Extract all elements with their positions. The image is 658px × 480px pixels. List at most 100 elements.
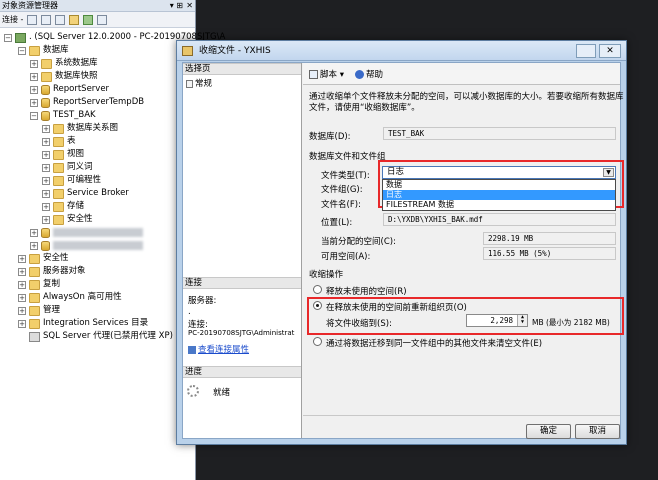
- chevron-down-icon[interactable]: ▼: [603, 168, 614, 177]
- stop-icon[interactable]: [55, 14, 66, 25]
- help-button[interactable]: 帮助: [355, 68, 383, 80]
- connect-button[interactable]: 连接 -: [2, 14, 23, 25]
- expand-icon[interactable]: +: [30, 98, 38, 107]
- tree-node[interactable]: +: [30, 239, 143, 252]
- database-icon: [41, 84, 50, 95]
- shrink-to-unit: MB (最小为 2182 MB): [532, 318, 610, 327]
- tree-node[interactable]: + 数据库关系图: [42, 122, 118, 135]
- expand-icon[interactable]: +: [42, 202, 50, 211]
- empty-file-radio[interactable]: [313, 337, 322, 346]
- progress-header: 进度: [183, 366, 301, 378]
- close-button[interactable]: ✕: [599, 44, 621, 58]
- shrink-action-section-label: 收缩操作: [309, 270, 344, 280]
- file-type-select[interactable]: 日志 ▼: [382, 166, 616, 179]
- shrink-to-value: 2,298: [490, 316, 513, 325]
- expand-icon[interactable]: +: [18, 254, 26, 263]
- expand-icon[interactable]: +: [18, 293, 26, 302]
- reorganize-pages-radio[interactable]: [313, 301, 322, 310]
- expand-icon[interactable]: +: [42, 137, 50, 146]
- object-explorer-title: 对象资源管理器: [2, 1, 58, 10]
- tree-node[interactable]: + 服务器对象: [18, 265, 86, 278]
- file-type-option-log[interactable]: 日志: [383, 190, 615, 200]
- connect-icon[interactable]: [27, 14, 38, 25]
- tree-node-label: 表: [67, 136, 76, 146]
- tree-node[interactable]: + 同义词: [42, 161, 93, 174]
- release-unused-space-radio[interactable]: [313, 285, 322, 294]
- expand-icon[interactable]: +: [30, 59, 38, 68]
- expand-icon[interactable]: +: [42, 189, 50, 198]
- filter-icon[interactable]: [69, 14, 80, 25]
- object-explorer-toolbar: 连接 -: [0, 12, 195, 28]
- expand-icon[interactable]: +: [42, 163, 50, 172]
- tree-node[interactable]: + ReportServer: [30, 83, 109, 96]
- tree-node[interactable]: + 数据库快照: [30, 70, 98, 83]
- expand-icon[interactable]: +: [42, 215, 50, 224]
- tree-node[interactable]: + 安全性: [42, 213, 93, 226]
- tree-node[interactable]: + 复制: [18, 278, 60, 291]
- expand-icon[interactable]: +: [30, 72, 38, 81]
- tree-node[interactable]: + 管理: [18, 304, 60, 317]
- expand-icon[interactable]: +: [18, 280, 26, 289]
- script-button[interactable]: 脚本 ▾: [309, 68, 344, 80]
- activity-monitor-icon[interactable]: [97, 14, 108, 25]
- shrink-to-spinner[interactable]: 2,298 ▲ ▼: [466, 314, 528, 327]
- tree-node-label: 可编程性: [67, 175, 102, 185]
- tree-node[interactable]: + 存储: [42, 200, 84, 213]
- filename-label: 文件名(F):: [321, 200, 361, 210]
- database-field: TEST_BAK: [383, 127, 616, 140]
- collapse-icon[interactable]: −: [4, 33, 12, 42]
- collapse-icon[interactable]: −: [30, 111, 38, 120]
- tree-node[interactable]: + 可编程性: [42, 174, 101, 187]
- page-icon: [186, 79, 193, 88]
- tree-node-label: 视图: [67, 149, 85, 159]
- tree-node-label: 数据库快照: [55, 71, 98, 81]
- folder-icon: [53, 188, 64, 199]
- pin-icon[interactable]: ▾ ⊞: [170, 0, 183, 12]
- tree-node[interactable]: +: [30, 226, 143, 239]
- tree-node[interactable]: + Service Broker: [42, 187, 129, 200]
- file-type-option-data[interactable]: 数据: [383, 180, 615, 190]
- close-icon[interactable]: ✕: [186, 0, 193, 12]
- redacted-label: [53, 241, 143, 250]
- page-general-item[interactable]: 常规: [186, 77, 212, 89]
- minimize-button[interactable]: [576, 44, 596, 58]
- disconnect-icon[interactable]: [41, 14, 52, 25]
- folder-icon: [29, 253, 40, 264]
- ok-button[interactable]: 确定: [526, 424, 571, 439]
- tree-node[interactable]: + 视图: [42, 148, 84, 161]
- server-icon: [15, 32, 26, 43]
- expand-icon[interactable]: +: [18, 306, 26, 315]
- expand-icon[interactable]: +: [30, 228, 38, 237]
- expand-icon[interactable]: +: [18, 267, 26, 276]
- tree-node[interactable]: + ReportServerTempDB: [30, 96, 144, 109]
- expand-icon[interactable]: +: [42, 150, 50, 159]
- tree-node-label: ReportServerTempDB: [53, 97, 145, 107]
- tree-node[interactable]: + 系统数据库: [30, 57, 98, 70]
- expand-icon[interactable]: +: [30, 241, 38, 250]
- view-connection-properties-link[interactable]: 查看连接属性: [188, 343, 249, 355]
- expand-icon[interactable]: +: [42, 124, 50, 133]
- tree-node-label: TEST_BAK: [53, 110, 96, 120]
- file-type-label: 文件类型(T):: [321, 171, 370, 181]
- expand-icon[interactable]: +: [42, 176, 50, 185]
- tree-node[interactable]: − 数据库: [18, 44, 69, 57]
- cancel-button[interactable]: 取消: [575, 424, 620, 439]
- folder-icon: [29, 266, 40, 277]
- connection-header: 连接: [183, 277, 301, 289]
- spinner-arrows-icon[interactable]: ▲ ▼: [517, 315, 527, 326]
- tree-node[interactable]: + Integration Services 目录: [18, 317, 148, 330]
- tree-node[interactable]: + 表: [42, 135, 76, 148]
- file-type-option-filestream[interactable]: FILESTREAM 数据: [383, 200, 615, 210]
- tree-node[interactable]: + 安全性: [18, 252, 69, 265]
- tree-node[interactable]: − TEST_BAK: [30, 109, 96, 122]
- folder-icon: [53, 123, 64, 134]
- tree-node[interactable]: + AlwaysOn 高可用性: [18, 291, 122, 304]
- folder-icon: [53, 136, 64, 147]
- expand-icon[interactable]: +: [30, 85, 38, 94]
- tree-node[interactable]: SQL Server 代理(已禁用代理 XP): [18, 330, 173, 343]
- expand-icon[interactable]: +: [18, 319, 26, 328]
- dialog-title-bar[interactable]: 收缩文件 - YXHIS ✕: [177, 41, 626, 61]
- collapse-icon[interactable]: −: [18, 46, 26, 55]
- refresh-icon[interactable]: [83, 14, 94, 25]
- agent-icon: [29, 331, 40, 342]
